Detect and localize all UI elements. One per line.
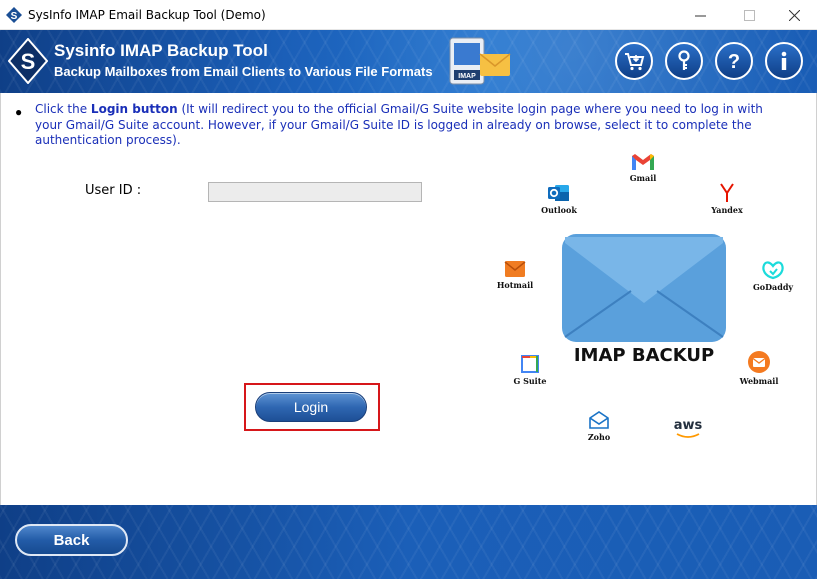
info-icon bbox=[781, 51, 787, 70]
maximize-icon bbox=[743, 9, 755, 21]
bullet: ● bbox=[15, 105, 23, 119]
app-footer: Back bbox=[0, 505, 817, 579]
svg-text:?: ? bbox=[728, 51, 740, 72]
godaddy-icon bbox=[762, 261, 784, 280]
outlook-icon bbox=[548, 185, 569, 201]
main-content: ● Click the Login button (It will redire… bbox=[0, 93, 817, 505]
gsuite-label: G Suite bbox=[513, 376, 547, 386]
imap-backup-label: IMAP BACKUP bbox=[573, 345, 715, 366]
activate-button[interactable] bbox=[665, 42, 703, 80]
imap-envelope-icon: IMAP bbox=[449, 37, 511, 85]
service-gsuite: G Suite bbox=[510, 354, 550, 386]
close-button[interactable] bbox=[771, 0, 817, 30]
gsuite-icon bbox=[521, 355, 539, 373]
maximize-button[interactable] bbox=[726, 0, 772, 30]
key-icon bbox=[678, 50, 690, 70]
hotmail-label: Hotmail bbox=[496, 280, 534, 290]
large-envelope-icon bbox=[562, 234, 726, 342]
yandex-icon bbox=[720, 183, 734, 202]
service-webmail: Webmail bbox=[737, 350, 781, 386]
about-button[interactable] bbox=[765, 42, 803, 80]
service-aws: aws bbox=[671, 418, 705, 441]
aws-smile-icon bbox=[676, 433, 700, 438]
close-icon bbox=[788, 9, 800, 21]
service-hotmail: Hotmail bbox=[495, 260, 535, 290]
svg-text:S: S bbox=[11, 11, 18, 22]
help-button[interactable]: ? bbox=[715, 42, 753, 80]
zoho-label: Zoho bbox=[587, 432, 611, 442]
gmail-label: Gmail bbox=[629, 173, 657, 183]
window-titlebar: S SysInfo IMAP Email Backup Tool (Demo) bbox=[0, 0, 817, 30]
webmail-label: Webmail bbox=[739, 376, 779, 386]
window-title: SysInfo IMAP Email Backup Tool (Demo) bbox=[28, 8, 266, 22]
minimize-button[interactable] bbox=[677, 0, 723, 30]
app-header: S Sysinfo IMAP Backup Tool Backup Mailbo… bbox=[0, 30, 817, 93]
zoho-icon bbox=[589, 411, 609, 429]
outlook-label: Outlook bbox=[541, 205, 577, 215]
sysinfo-logo-icon: S bbox=[8, 38, 48, 84]
svg-text:S: S bbox=[21, 49, 36, 74]
instruction-bold: Login button bbox=[90, 102, 178, 116]
service-godaddy: GoDaddy bbox=[751, 260, 795, 292]
cart-icon bbox=[625, 53, 645, 71]
user-id-field[interactable] bbox=[208, 182, 422, 202]
help-icon: ? bbox=[728, 51, 740, 72]
app-subtitle: Backup Mailboxes from Email Clients to V… bbox=[54, 64, 433, 79]
app-title: Sysinfo IMAP Backup Tool bbox=[54, 41, 268, 60]
login-instruction: Click the Login button (It will redirect… bbox=[35, 102, 765, 149]
gmail-icon bbox=[632, 154, 654, 170]
app-logo-icon: S bbox=[6, 7, 22, 23]
godaddy-label: GoDaddy bbox=[752, 282, 794, 292]
instruction-prefix: Click the bbox=[35, 102, 91, 116]
service-gmail: Gmail bbox=[625, 153, 661, 183]
service-outlook: Outlook bbox=[539, 183, 579, 215]
login-button[interactable]: Login bbox=[255, 392, 367, 422]
hotmail-icon bbox=[504, 261, 526, 277]
yandex-label: Yandex bbox=[711, 205, 743, 215]
svg-text:IMAP: IMAP bbox=[458, 73, 476, 80]
service-yandex: Yandex bbox=[707, 183, 747, 215]
user-id-label: User ID : bbox=[85, 183, 142, 198]
minimize-icon bbox=[694, 15, 706, 16]
webmail-icon bbox=[748, 351, 770, 373]
back-button[interactable]: Back bbox=[15, 524, 128, 556]
buy-button[interactable] bbox=[615, 42, 653, 80]
imap-backup-graphic: IMAP BACKUP Gmail Outlook Yandex Hotmail… bbox=[491, 148, 811, 448]
aws-label: aws bbox=[673, 418, 703, 433]
service-zoho: Zoho bbox=[579, 410, 619, 442]
